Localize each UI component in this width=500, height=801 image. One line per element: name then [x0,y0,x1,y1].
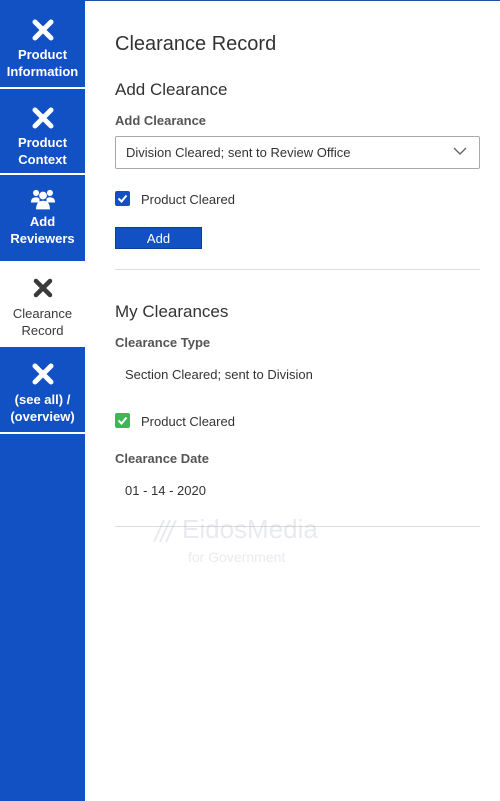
sidebar-item-overview[interactable]: (see all) / (overview) [0,347,85,431]
sidebar-item-label: Product Information [6,47,79,79]
add-clearance-field-label: Add Clearance [115,113,207,128]
add-button[interactable]: Add [115,227,202,249]
sidebar-item-label: Add Reviewers [10,214,75,246]
users-icon [30,189,55,210]
clearance-date-label: Clearance Date [115,451,209,466]
sidebar-divider [0,432,85,434]
checkmark-icon [117,194,128,203]
my-clearances-heading: My Clearances [115,302,229,321]
sidebar-item-label: (see all) / (overview) [10,392,75,424]
sidebar-item-add-reviewers[interactable]: Add Reviewers [0,175,85,259]
my-product-cleared-label: Product Cleared [141,414,235,429]
watermark-text: EidosMedia [182,514,318,544]
clearance-type-value: Section Cleared; sent to Division [125,367,313,382]
eidosmedia-logo-icon [153,519,177,543]
add-clearance-heading: Add Clearance [115,80,228,99]
clearance-type-select[interactable]: Division Cleared; sent to Review Office [115,136,480,169]
close-icon [33,278,52,298]
product-cleared-label: Product Cleared [141,192,235,207]
watermark-logo: EidosMedia for Government [150,512,360,568]
sidebar-item-label: Clearance Record [12,306,73,338]
page-title: Clearance Record [115,33,277,55]
watermark-subtext: for Government [188,549,286,565]
my-product-cleared-checkbox [115,413,130,428]
sidebar-item-product-context[interactable]: Product Context [0,89,85,173]
product-cleared-checkbox[interactable] [115,191,130,206]
checkmark-icon [117,416,128,425]
sidebar-item-label: Product Context [17,135,68,167]
chevron-down-icon [453,147,467,155]
close-icon [32,19,53,41]
select-value: Division Cleared; sent to Review Office [126,145,351,160]
clearance-date-value: 01 - 14 - 2020 [125,483,206,498]
clearance-type-label: Clearance Type [115,335,211,350]
section-divider [115,269,480,270]
sidebar-item-product-information[interactable]: Product Information [0,1,85,85]
sidebar-nav: Product Information Product Context Add Rev… [0,0,85,801]
close-icon [32,363,53,385]
close-icon [32,107,53,129]
sidebar-item-clearance-record[interactable]: Clearance Record [0,261,85,347]
